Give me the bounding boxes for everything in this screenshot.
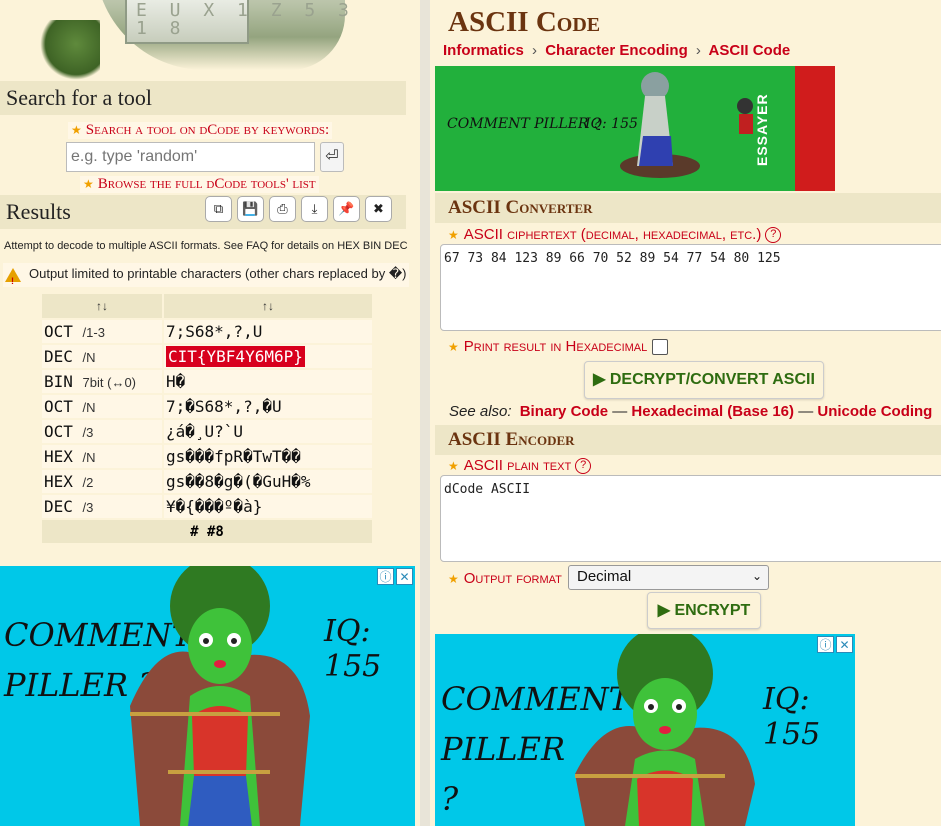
plaintext-input[interactable]: dCode ASCII: [440, 475, 941, 562]
star-icon: ★: [448, 459, 459, 473]
result-value: gs��8�g�(�GuH�%: [164, 470, 372, 493]
ad-info-icon[interactable]: ⓘ: [377, 568, 394, 585]
result-value: 7;S68*,?,U: [164, 320, 372, 343]
table-row: DEC /N CIT{YBF4Y6M6P}: [42, 345, 372, 368]
hex-option-label: ★ Print result in Hexadecimal: [448, 338, 669, 356]
result-value-highlighted: CIT{YBF4Y6M6P}: [166, 346, 305, 367]
table-row: OCT /N 7;�S68*,?,�U: [42, 395, 372, 418]
output-format-label: ★ Output format: [448, 570, 562, 587]
star-icon: ★: [71, 123, 82, 137]
search-submit-button[interactable]: ⏎: [320, 142, 344, 172]
left-panel: E U X 1 Z 5 3 1 8 Search for a tool ★ Sea…: [0, 0, 420, 826]
star-icon: ★: [448, 340, 459, 354]
decrypt-button[interactable]: ▶ DECRYPT/CONVERT ASCII: [584, 361, 824, 399]
ad-cta[interactable]: ESSAYER: [754, 93, 770, 166]
table-row: DEC /3 ¥�{���º�à}: [42, 495, 372, 518]
chevron-down-icon: ⌄: [751, 569, 762, 583]
hex-checkbox[interactable]: [652, 339, 669, 356]
table-row: OCT /3 ¿á�¸U?`U: [42, 420, 372, 443]
see-also: See also: Binary Code — Hexadecimal (Bas…: [449, 403, 933, 420]
results-footer: # #8: [42, 520, 372, 543]
column-divider: [420, 0, 430, 826]
encrypt-button[interactable]: ▶ ENCRYPT: [647, 592, 761, 629]
breadcrumb-informatics[interactable]: Informatics: [443, 42, 524, 59]
see-also-unicode-coding[interactable]: Unicode Coding: [817, 403, 932, 420]
advertisement-right[interactable]: ⓘ ✕ COMMENT PILLER ? IQ: 155: [435, 634, 855, 826]
warning-banner: ! Output limited to printable characters …: [3, 263, 409, 287]
breadcrumb-ascii-code[interactable]: ASCII Code: [709, 42, 791, 59]
help-icon[interactable]: ?: [575, 458, 592, 475]
download-icon[interactable]: ⤓: [301, 196, 328, 222]
copy-icon[interactable]: ⧉: [205, 196, 232, 222]
results-note: Attempt to decode to multiple ASCII form…: [4, 240, 408, 252]
ad-iq-label: IQ: 155: [324, 614, 382, 684]
ad-character-illustration: [575, 634, 755, 826]
result-value: ¿á�¸U?`U: [164, 420, 372, 443]
tool-search-input[interactable]: [66, 142, 315, 172]
table-row: HEX /2 gs��8�g�(�GuH�%: [42, 470, 372, 493]
ad-headline: COMMENT PILLER ?: [447, 116, 601, 132]
see-also-hexadecimal[interactable]: Hexadecimal (Base 16): [631, 403, 794, 420]
output-format-select[interactable]: Decimal ⌄: [568, 565, 769, 590]
advertisement-left[interactable]: ⓘ ✕ COMMENT PILLER ? IQ: 155: [0, 566, 415, 826]
star-icon: ★: [448, 228, 459, 242]
result-value: gs���fpR�TwT��: [164, 445, 372, 468]
table-row: OCT /1-3 7;S68*,?,U: [42, 320, 372, 343]
see-also-binary-code[interactable]: Binary Code: [520, 403, 608, 420]
ad-close-icon[interactable]: ✕: [396, 568, 413, 585]
breadcrumb-character-encoding[interactable]: Character Encoding: [545, 42, 688, 59]
ciphertext-input[interactable]: 67 73 84 123 89 66 70 52 89 54 77 54 80 …: [440, 244, 941, 331]
save-icon[interactable]: 💾: [237, 196, 264, 222]
result-value: 7;�S68*,?,�U: [164, 395, 372, 418]
ad-iq-label: IQ: 155: [763, 682, 821, 752]
results-toolbar: ⧉ 💾 ⎙ ⤓ 📌 ✖: [205, 196, 392, 222]
converter-heading: ASCII Converter: [435, 193, 941, 223]
table-row: BIN 7bit (↔0) H�: [42, 370, 372, 393]
help-icon[interactable]: ?: [765, 227, 782, 244]
star-icon: ★: [448, 572, 459, 586]
encoder-heading: ASCII Encoder: [435, 425, 941, 455]
ad-info-icon[interactable]: ⓘ: [817, 636, 834, 653]
plaintext-label: ★ ASCII plain text?: [448, 457, 592, 475]
right-panel: ASCII Code Informatics › Character Encod…: [430, 0, 941, 826]
table-row: HEX /N gs���fpR�TwT��: [42, 445, 372, 468]
browse-tools-link[interactable]: ★ Browse the full dCode tools' list: [80, 176, 319, 193]
close-icon[interactable]: ✖: [365, 196, 392, 222]
ciphertext-label: ★ ASCII ciphertext (decimal, hexadecimal,…: [448, 226, 782, 244]
search-heading: Search for a tool: [0, 81, 406, 115]
advertisement-top[interactable]: ⓘ ✕ COMMENT PILLER ? IQ: 155 ESSAYER: [435, 66, 835, 191]
ad-character-illustration: [130, 566, 310, 826]
pin-icon[interactable]: 📌: [333, 196, 360, 222]
sort-column-1-button[interactable]: ↑↓: [42, 294, 162, 318]
ad-close-icon[interactable]: ✕: [836, 636, 853, 653]
result-value: ¥�{���º�à}: [164, 495, 372, 518]
sort-column-2-button[interactable]: ↑↓: [164, 294, 372, 318]
cryptex-banner-image: E U X 1 Z 5 3 1 8: [40, 0, 370, 80]
breadcrumb: Informatics › Character Encoding › ASCII…: [443, 42, 791, 59]
star-icon: ★: [83, 177, 94, 191]
results-table: ↑↓ ↑↓ OCT /1-3 7;S68*,?,U DEC /N CIT{YBF…: [40, 292, 374, 545]
warning-icon: !: [5, 267, 21, 286]
print-icon[interactable]: ⎙: [269, 196, 296, 222]
page-title: ASCII Code: [448, 6, 601, 38]
result-value: H�: [164, 370, 372, 393]
search-keywords-link[interactable]: ★ Search a tool on dCode by keywords:: [68, 122, 333, 139]
